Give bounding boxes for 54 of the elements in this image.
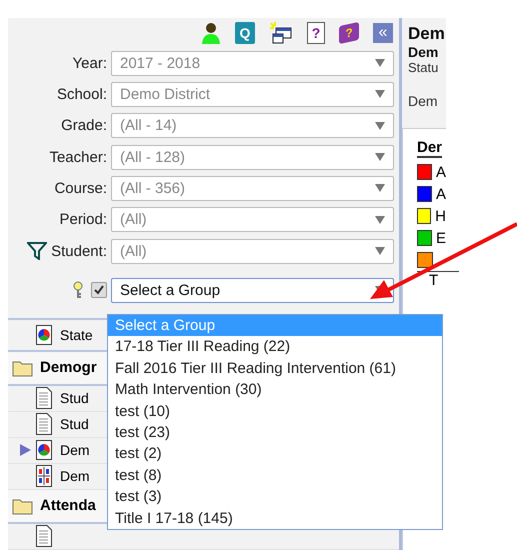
filter-label: Student:: [51, 242, 107, 260]
filter-dropdown[interactable]: (All): [111, 238, 394, 264]
group-option[interactable]: test (3): [108, 486, 442, 508]
report-title: Dem: [408, 24, 446, 44]
filter-dropdown[interactable]: (All - 356): [111, 176, 394, 201]
pie-chart-icon: [36, 324, 52, 345]
folder-icon: [12, 496, 34, 515]
group-option[interactable]: Math Intervention (30): [108, 379, 442, 401]
filter-icon[interactable]: [27, 242, 48, 260]
quick-button[interactable]: Q: [235, 22, 255, 44]
nav-item[interactable]: Stud: [60, 416, 89, 432]
group-dropdown[interactable]: Select a Group: [111, 278, 394, 303]
group-option[interactable]: 17-18 Tier III Reading (22): [108, 336, 442, 358]
filter-label: Course:: [54, 180, 107, 197]
legend-label: A: [436, 186, 446, 202]
filter-dropdown[interactable]: Demo District: [111, 82, 394, 107]
report-subtitle: Dem: [408, 44, 440, 60]
filter-label: Teacher:: [49, 148, 107, 166]
filter-label: Period:: [59, 211, 107, 228]
folder-icon: [12, 358, 34, 377]
help-book-button[interactable]: ?: [339, 22, 359, 44]
filter-label: Grade:: [61, 117, 107, 134]
group-option[interactable]: Fall 2016 Tier III Reading Intervention (61): [108, 358, 442, 380]
filter-dropdown[interactable]: (All - 14): [111, 113, 394, 138]
help-button[interactable]: ?: [307, 22, 325, 44]
legend-label: H: [435, 208, 446, 224]
nav-item[interactable]: Stud: [60, 390, 89, 406]
person-icon[interactable]: [201, 22, 221, 44]
filter-dropdown[interactable]: (All - 128): [111, 144, 394, 170]
legend-label: A: [436, 164, 446, 180]
nav-item[interactable]: Dem: [60, 442, 90, 458]
group-option[interactable]: test (23): [108, 422, 442, 444]
key-icon[interactable]: [73, 281, 83, 300]
windows-sparkle-icon[interactable]: [269, 22, 293, 44]
legend-label: E: [436, 230, 446, 246]
group-option[interactable]: test (2): [108, 443, 442, 465]
filter-dropdown[interactable]: (All): [111, 207, 394, 232]
document-icon: [36, 413, 52, 436]
filter-label: School:: [56, 86, 107, 103]
nav-item[interactable]: Dem: [60, 468, 90, 484]
nav-item[interactable]: State: [60, 326, 93, 343]
filter-dropdown[interactable]: 2017 - 2018: [111, 50, 394, 76]
report-tab[interactable]: Dem: [408, 93, 446, 109]
group-option[interactable]: test (8): [108, 464, 442, 486]
pie-chart-icon: [36, 440, 52, 460]
filter-label: Year:: [72, 54, 107, 72]
status-text: Statu: [408, 60, 440, 75]
group-option[interactable]: Title I 17-18 (145): [108, 508, 442, 529]
collapse-button[interactable]: «: [373, 22, 393, 43]
total-label: T: [429, 272, 438, 289]
group-option[interactable]: test (10): [108, 400, 442, 422]
grid-report-icon: [36, 465, 52, 488]
legend-title: Der: [417, 139, 442, 158]
group-checkbox[interactable]: [91, 282, 107, 298]
